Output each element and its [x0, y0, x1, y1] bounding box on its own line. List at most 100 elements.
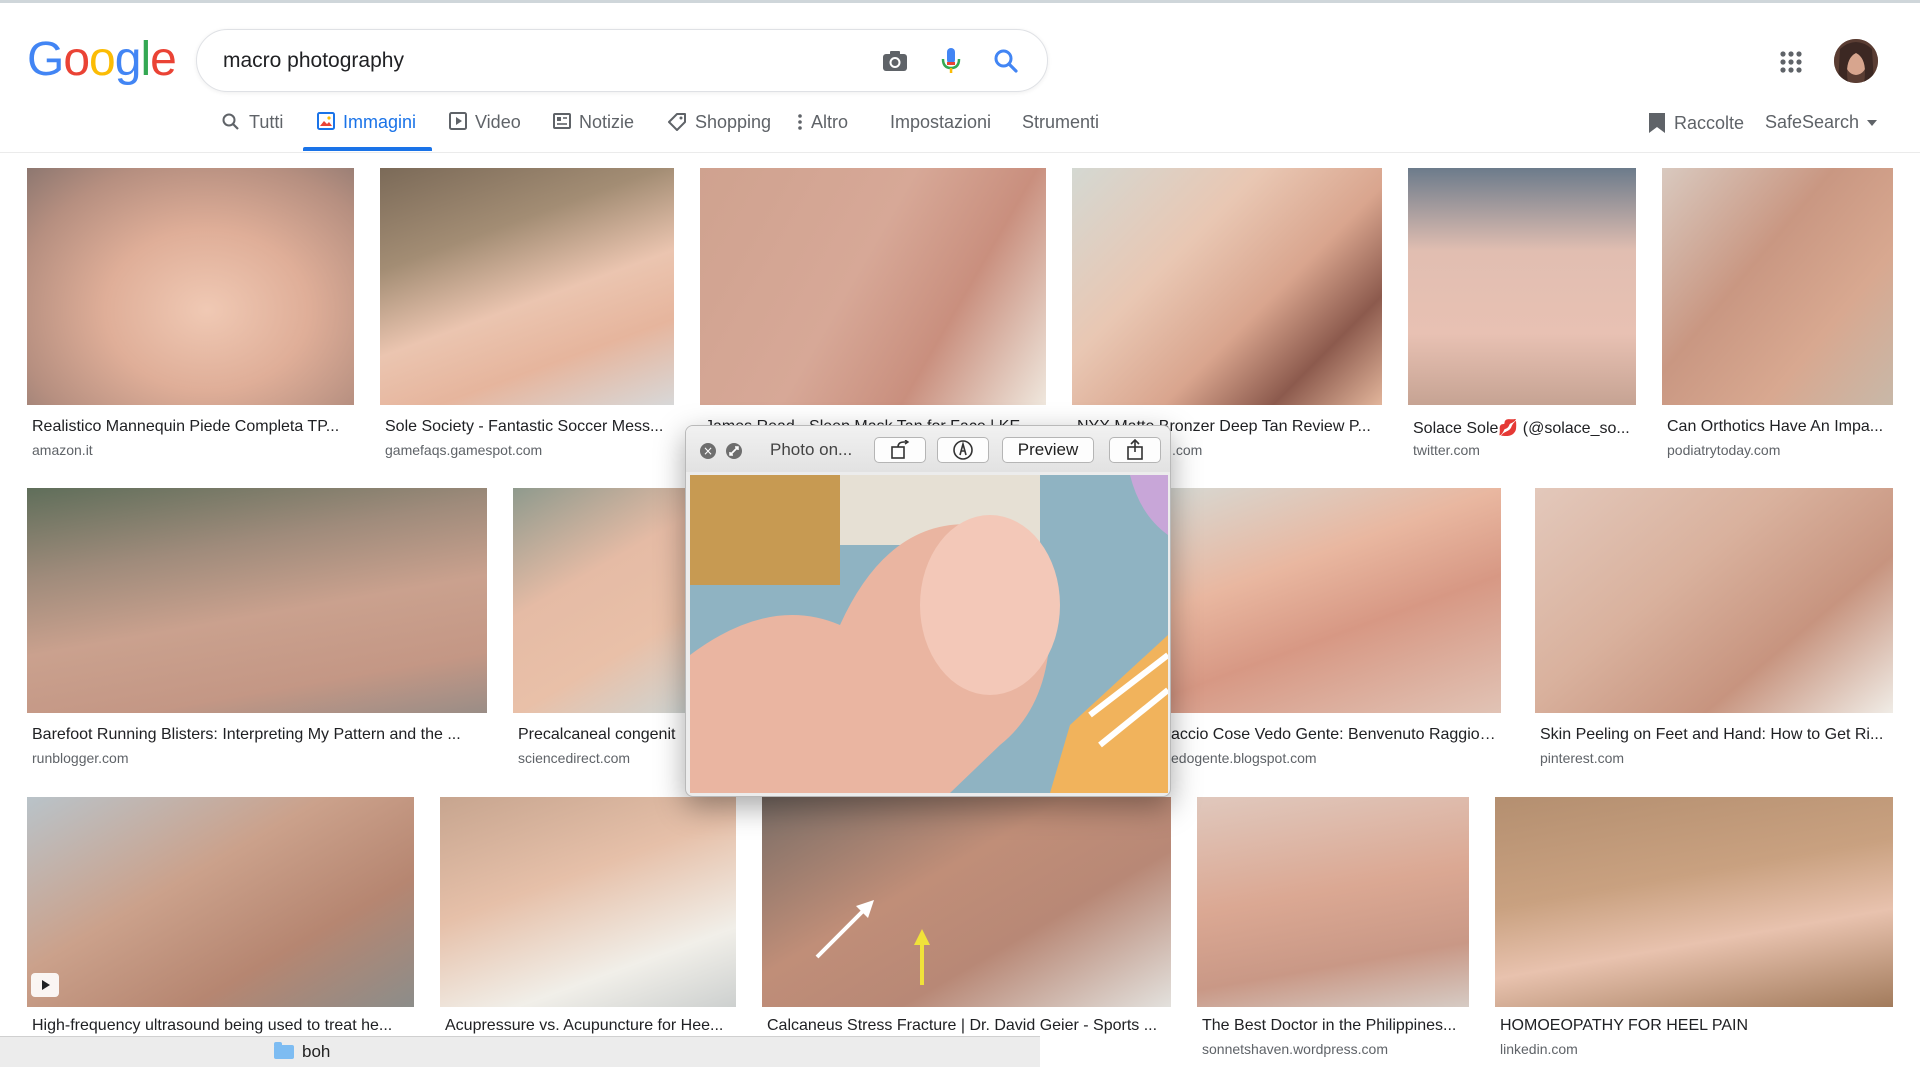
- active-tab-indicator: [303, 147, 432, 151]
- finder-window-strip: [0, 1036, 1040, 1067]
- result-thumbnail[interactable]: [762, 797, 1171, 1007]
- result-title[interactable]: Solace Sole💋 (@solace_so...: [1413, 418, 1638, 438]
- result-title[interactable]: Realistico Mannequin Piede Completa TP..…: [32, 418, 352, 436]
- result-thumbnail[interactable]: [27, 488, 487, 713]
- result-source[interactable]: runblogger.com: [32, 750, 129, 766]
- markup-button[interactable]: [937, 437, 989, 463]
- search-tabs: Tutti Immagini Video Notizie Shopping Al…: [0, 108, 1920, 154]
- fullscreen-icon[interactable]: [726, 443, 742, 459]
- result-thumbnail[interactable]: [1662, 168, 1893, 405]
- foot-photo: [690, 475, 1168, 793]
- search-icon[interactable]: [991, 46, 1021, 76]
- bookmark-icon: [1649, 113, 1665, 133]
- tab-label: Tutti: [249, 112, 284, 132]
- markup-pen-icon: [953, 440, 973, 460]
- preview-label: Preview: [1017, 440, 1079, 459]
- arrow-annotation: [914, 929, 930, 985]
- safesearch-label: SafeSearch: [1765, 112, 1860, 132]
- result-thumbnail[interactable]: [1197, 797, 1469, 1007]
- result-title[interactable]: Acupressure vs. Acupuncture for Hee...: [445, 1017, 737, 1035]
- arrow-annotation: [815, 900, 874, 959]
- result-title[interactable]: Calcaneus Stress Fracture | Dr. David Ge…: [767, 1017, 1172, 1035]
- result-title[interactable]: HOMOEOPATHY FOR HEEL PAIN: [1500, 1017, 1892, 1035]
- quicklook-photo: [690, 475, 1168, 793]
- result-title[interactable]: accio Cose Vedo Gente: Benvenuto Raggio …: [1171, 726, 1496, 744]
- video-icon: [449, 112, 467, 130]
- share-button[interactable]: [1109, 437, 1161, 463]
- result-title[interactable]: Can Orthotics Have An Impa...: [1667, 418, 1895, 436]
- result-source[interactable]: twitter.com: [1413, 442, 1480, 458]
- video-play-icon: [31, 973, 59, 997]
- result-thumbnail[interactable]: [27, 168, 354, 405]
- result-thumbnail[interactable]: [1495, 797, 1893, 1007]
- quicklook-toolbar: × Photo on... Preview: [686, 426, 1170, 472]
- open-preview-button[interactable]: Preview: [1002, 437, 1094, 463]
- microphone-icon[interactable]: [936, 46, 966, 76]
- result-source[interactable]: pinterest.com: [1540, 750, 1624, 766]
- tab-settings[interactable]: Impostazioni: [890, 108, 991, 154]
- result-title[interactable]: Sole Society - Fantastic Soccer Mess...: [385, 418, 675, 436]
- result-source[interactable]: podiatrytoday.com: [1667, 442, 1780, 458]
- result-thumbnail[interactable]: [1535, 488, 1893, 713]
- tab-video[interactable]: Video: [449, 108, 521, 154]
- collections-label: Raccolte: [1674, 112, 1745, 133]
- result-source[interactable]: linkedin.com: [1500, 1041, 1578, 1057]
- safesearch-button[interactable]: SafeSearch: [1765, 112, 1878, 133]
- quicklook-window: × Photo on... Preview: [685, 425, 1171, 797]
- caret-down-icon: [1867, 119, 1878, 126]
- tab-label: Immagini: [343, 112, 417, 132]
- tab-label: Altro: [811, 112, 849, 132]
- close-icon[interactable]: ×: [700, 443, 716, 459]
- tab-label: Strumenti: [1022, 112, 1100, 132]
- collections-button[interactable]: Raccolte: [1648, 112, 1744, 134]
- result-source[interactable]: sciencedirect.com: [518, 750, 630, 766]
- result-thumbnail[interactable]: [700, 168, 1046, 405]
- rotate-button[interactable]: [874, 437, 926, 463]
- account-avatar[interactable]: [1834, 39, 1878, 83]
- rotate-icon: [891, 440, 910, 459]
- result-thumbnail[interactable]: [440, 797, 736, 1007]
- tab-label: Shopping: [695, 112, 772, 132]
- result-source[interactable]: gamefaqs.gamespot.com: [385, 442, 542, 458]
- result-thumbnail[interactable]: [1072, 168, 1382, 405]
- result-title[interactable]: The Best Doctor in the Philippines...: [1202, 1017, 1470, 1035]
- image-icon: [317, 112, 335, 130]
- tab-more[interactable]: Altro: [797, 108, 848, 154]
- google-logo[interactable]: Google: [27, 36, 177, 84]
- result-source[interactable]: sonnetshaven.wordpress.com: [1202, 1041, 1388, 1057]
- result-thumbnail[interactable]: [1408, 168, 1636, 405]
- result-title[interactable]: High-frequency ultrasound being used to …: [32, 1017, 414, 1035]
- result-title[interactable]: Barefoot Running Blisters: Interpreting …: [32, 726, 487, 744]
- result-source[interactable]: .com: [1172, 442, 1202, 458]
- result-thumbnail[interactable]: [513, 488, 685, 713]
- camera-icon[interactable]: [880, 46, 910, 76]
- tab-all[interactable]: Tutti: [221, 108, 283, 154]
- tag-icon: [668, 113, 686, 131]
- quicklook-title: Photo on...: [770, 440, 853, 459]
- apps-grid-icon[interactable]: [1779, 50, 1803, 74]
- window-top-border: [0, 0, 1920, 3]
- tab-news[interactable]: Notizie: [553, 108, 634, 154]
- search-icon: [222, 113, 239, 130]
- tab-label: Impostazioni: [890, 112, 992, 132]
- more-vert-icon: [798, 114, 802, 130]
- result-thumbnail[interactable]: [27, 797, 414, 1007]
- tab-label: Video: [475, 112, 521, 132]
- tab-label: Notizie: [579, 112, 635, 132]
- folder-icon: [274, 1042, 294, 1059]
- result-title[interactable]: Precalcaneal congenit: [518, 726, 685, 744]
- result-title[interactable]: Skin Peeling on Feet and Hand: How to Ge…: [1540, 726, 1892, 744]
- share-icon: [1127, 439, 1143, 460]
- result-source[interactable]: amazon.it: [32, 442, 93, 458]
- tabs-divider: [0, 152, 1920, 153]
- folder-item[interactable]: boh: [274, 1042, 330, 1062]
- folder-name: boh: [302, 1042, 331, 1061]
- result-thumbnail[interactable]: [1171, 488, 1501, 713]
- result-thumbnail[interactable]: [380, 168, 674, 405]
- result-source[interactable]: edogente.blogspot.com: [1171, 750, 1317, 766]
- tab-shopping[interactable]: Shopping: [667, 108, 771, 154]
- search-box: [196, 29, 1048, 92]
- tab-tools[interactable]: Strumenti: [1022, 108, 1099, 154]
- search-input[interactable]: [223, 48, 843, 74]
- news-icon: [553, 113, 571, 129]
